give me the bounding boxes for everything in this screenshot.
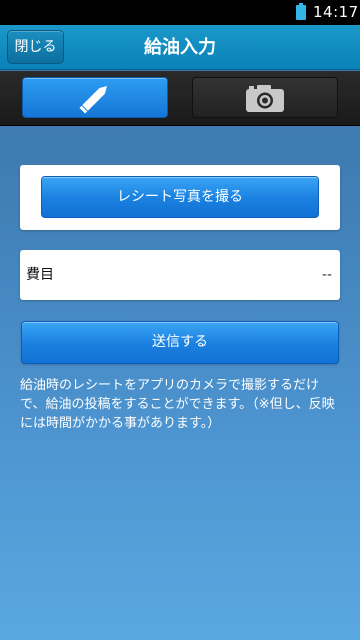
close-button[interactable]: 閉じる [7, 30, 64, 64]
status-bar: 14:17 [0, 0, 360, 25]
expense-label: 費目 [26, 267, 54, 283]
take-receipt-photo-button[interactable]: レシート写真を撮る [41, 176, 319, 218]
receipt-card: レシート写真を撮る [20, 165, 340, 230]
expense-value: -- [321, 267, 332, 283]
tab-bar [0, 71, 360, 126]
pencil-icon [79, 85, 108, 114]
status-clock: 14:17 [313, 3, 359, 21]
help-text: 給油時のレシートをアプリのカメラで撮影するだけで、給油の投稿をすることができます… [20, 378, 335, 431]
tab-manual-input[interactable] [22, 77, 168, 118]
battery-icon [296, 3, 306, 20]
expense-field[interactable]: 費目 -- [20, 250, 340, 300]
tab-camera[interactable] [192, 77, 338, 118]
camera-icon [246, 84, 284, 112]
app-header: 閉じる 給油入力 [0, 25, 360, 70]
send-button[interactable]: 送信する [21, 321, 339, 364]
